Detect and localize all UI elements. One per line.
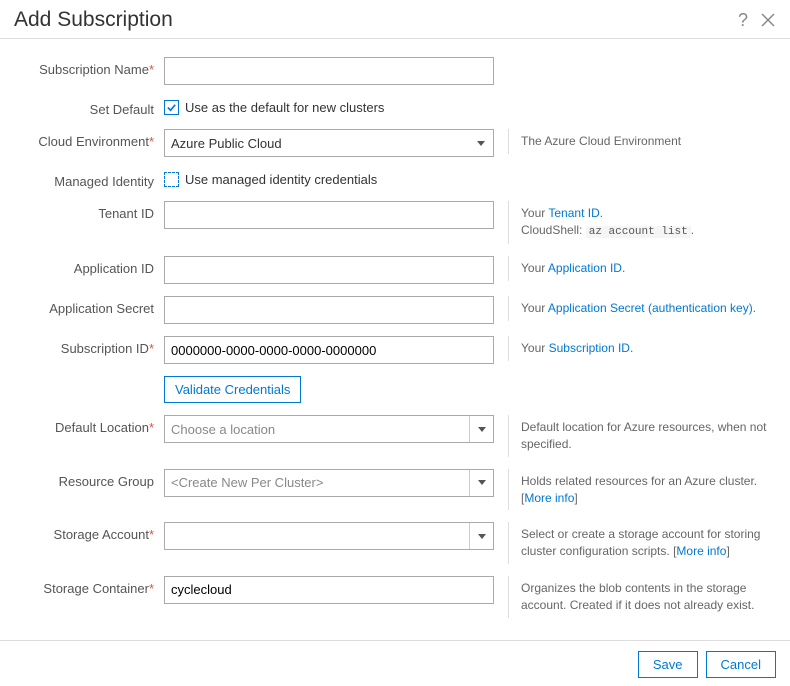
row-default-location: Default Location* Choose a location Defa… (14, 415, 776, 457)
label-managed-identity: Managed Identity (14, 169, 164, 189)
managed-identity-checkbox[interactable] (164, 172, 179, 187)
help-icon[interactable]: ? (738, 10, 748, 31)
desc-subscription-id: Your Subscription ID. (508, 336, 776, 361)
label-default-location: Default Location* (14, 415, 164, 435)
set-default-checkbox[interactable] (164, 100, 179, 115)
application-secret-link[interactable]: Application Secret (authentication key) (548, 301, 753, 315)
chevron-down-icon (478, 534, 486, 539)
application-id-input[interactable] (164, 256, 494, 284)
label-cloud-environment: Cloud Environment* (14, 129, 164, 149)
tenant-id-link[interactable]: Tenant ID (548, 206, 599, 220)
desc-cloud-environment: The Azure Cloud Environment (508, 129, 776, 154)
row-validate: Validate Credentials (14, 376, 776, 403)
row-subscription-id: Subscription ID* Your Subscription ID. (14, 336, 776, 364)
chevron-down-icon (478, 480, 486, 485)
label-storage-account: Storage Account* (14, 522, 164, 542)
label-set-default: Set Default (14, 97, 164, 117)
dialog-title: Add Subscription (14, 8, 173, 32)
save-button[interactable]: Save (638, 651, 698, 678)
desc-tenant-id: Your Tenant ID. CloudShell: az account l… (508, 201, 776, 244)
set-default-text: Use as the default for new clusters (185, 100, 384, 115)
desc-resource-group: Holds related resources for an Azure clu… (508, 469, 776, 511)
header-icons: ? (738, 10, 776, 31)
desc-storage-container: Organizes the blob contents in the stora… (508, 576, 776, 618)
cloud-environment-select[interactable]: Azure Public Cloud (164, 129, 494, 157)
add-subscription-dialog: Add Subscription ? Subscription Name* Se… (0, 0, 790, 686)
label-subscription-name: Subscription Name* (14, 57, 164, 77)
label-resource-group: Resource Group (14, 469, 164, 489)
row-application-id: Application ID Your Application ID. (14, 256, 776, 284)
subscription-id-link[interactable]: Subscription ID (549, 341, 630, 355)
cancel-button[interactable]: Cancel (706, 651, 776, 678)
row-storage-account: Storage Account* Select or create a stor… (14, 522, 776, 564)
label-tenant-id: Tenant ID (14, 201, 164, 221)
default-location-select[interactable]: Choose a location (164, 415, 494, 443)
row-set-default: Set Default Use as the default for new c… (14, 97, 776, 117)
close-icon[interactable] (760, 12, 776, 28)
row-managed-identity: Managed Identity Use managed identity cr… (14, 169, 776, 189)
subscription-name-input[interactable] (164, 57, 494, 85)
row-tenant-id: Tenant ID Your Tenant ID. CloudShell: az… (14, 201, 776, 244)
tenant-id-input[interactable] (164, 201, 494, 229)
desc-application-secret: Your Application Secret (authentication … (508, 296, 776, 321)
cloudshell-code: az account list (586, 226, 691, 238)
storage-account-more-info-link[interactable]: More info (676, 544, 726, 558)
dialog-header: Add Subscription ? (0, 0, 790, 39)
application-id-link[interactable]: Application ID (548, 261, 622, 275)
chevron-down-icon (478, 427, 486, 432)
subscription-id-input[interactable] (164, 336, 494, 364)
row-resource-group: Resource Group <Create New Per Cluster> … (14, 469, 776, 511)
row-storage-container: Storage Container* Organizes the blob co… (14, 576, 776, 618)
row-cloud-environment: Cloud Environment* Azure Public Cloud Th… (14, 129, 776, 157)
validate-credentials-button[interactable]: Validate Credentials (164, 376, 301, 403)
storage-account-select[interactable] (164, 522, 494, 550)
application-secret-input[interactable] (164, 296, 494, 324)
storage-container-input[interactable] (164, 576, 494, 604)
desc-storage-account: Select or create a storage account for s… (508, 522, 776, 564)
chevron-down-icon (477, 141, 485, 146)
dialog-body: Subscription Name* Set Default Use as th… (0, 39, 790, 640)
desc-application-id: Your Application ID. (508, 256, 776, 281)
label-storage-container: Storage Container* (14, 576, 164, 596)
dialog-footer: Save Cancel (0, 640, 790, 686)
desc-default-location: Default location for Azure resources, wh… (508, 415, 776, 457)
label-application-secret: Application Secret (14, 296, 164, 316)
managed-identity-text: Use managed identity credentials (185, 172, 377, 187)
label-application-id: Application ID (14, 256, 164, 276)
row-application-secret: Application Secret Your Application Secr… (14, 296, 776, 324)
resource-group-more-info-link[interactable]: More info (524, 491, 574, 505)
row-subscription-name: Subscription Name* (14, 57, 776, 85)
label-subscription-id: Subscription ID* (14, 336, 164, 356)
resource-group-select[interactable]: <Create New Per Cluster> (164, 469, 494, 497)
